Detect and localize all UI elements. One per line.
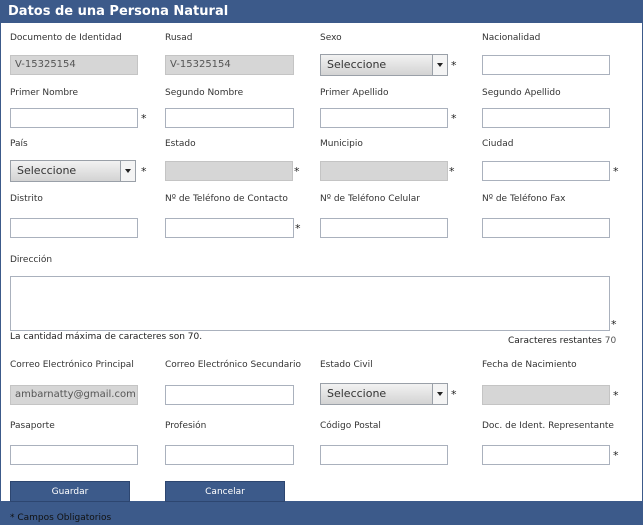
estado-label: Estado <box>165 139 196 149</box>
pasaporte-input[interactable] <box>10 445 138 465</box>
nacionalidad-label: Nacionalidad <box>482 33 541 43</box>
direccion-required-mark: * <box>611 318 617 331</box>
doc-representante-label: Doc. de Ident. Representante <box>482 421 614 431</box>
sexo-select[interactable]: Seleccione <box>320 54 448 76</box>
ciudad-input[interactable] <box>482 161 610 181</box>
pais-selected-value: Seleccione <box>17 164 77 177</box>
correo-principal-label: Correo Electrónico Principal <box>10 360 134 370</box>
profesion-label: Profesión <box>165 421 207 431</box>
form-title: Datos de una Persona Natural <box>0 0 643 23</box>
sexo-label: Sexo <box>320 33 342 43</box>
chevron-down-icon[interactable] <box>432 384 447 404</box>
correo-secundario-input[interactable] <box>165 385 294 405</box>
chevron-down-icon[interactable] <box>432 55 447 75</box>
sexo-required-mark: * <box>451 59 457 72</box>
doc-representante-input[interactable] <box>482 445 610 465</box>
tel-celular-label: Nº de Teléfono Celular <box>320 194 420 204</box>
ciudad-label: Ciudad <box>482 139 514 149</box>
chevron-down-icon[interactable] <box>120 161 135 181</box>
estado-required-mark: * <box>294 165 300 178</box>
primer-apellido-required-mark: * <box>451 112 457 125</box>
fecha-nacimiento-label: Fecha de Nacimiento <box>482 360 577 370</box>
nacionalidad-input[interactable] <box>482 55 610 75</box>
primer-apellido-input[interactable] <box>320 108 448 128</box>
campos-obligatorios-note: * Campos Obligatorios <box>10 513 112 523</box>
distrito-input[interactable] <box>10 218 138 238</box>
fecha-nacimiento-input[interactable] <box>482 385 610 405</box>
primer-apellido-label: Primer Apellido <box>320 88 389 98</box>
tel-contacto-required-mark: * <box>295 222 301 235</box>
pasaporte-label: Pasaporte <box>10 421 55 431</box>
documento-input[interactable]: V-15325154 <box>10 55 138 75</box>
tel-contacto-input[interactable] <box>165 218 294 238</box>
municipio-required-mark: * <box>449 165 455 178</box>
primer-nombre-label: Primer Nombre <box>10 88 79 98</box>
primer-nombre-required-mark: * <box>141 112 147 125</box>
estado-civil-selected-value: Seleccione <box>327 387 387 400</box>
segundo-nombre-input[interactable] <box>165 108 294 128</box>
rusad-input[interactable]: V-15325154 <box>165 55 294 75</box>
estado-civil-select[interactable]: Seleccione <box>320 383 448 405</box>
doc-representante-required-mark: * <box>613 449 619 462</box>
pais-label: País <box>10 139 28 149</box>
documento-label: Documento de Identidad <box>10 33 122 43</box>
segundo-apellido-input[interactable] <box>482 108 610 128</box>
rusad-label: Rusad <box>165 33 193 43</box>
estado-input[interactable] <box>165 161 293 181</box>
tel-fax-label: Nº de Teléfono Fax <box>482 194 566 204</box>
codigo-postal-label: Código Postal <box>320 421 381 431</box>
pais-select[interactable]: Seleccione <box>10 160 136 182</box>
cancelar-button[interactable]: Cancelar <box>165 481 285 502</box>
ciudad-required-mark: * <box>613 165 619 178</box>
tel-celular-input[interactable] <box>320 218 448 238</box>
profesion-input[interactable] <box>165 445 294 465</box>
tel-fax-input[interactable] <box>482 218 610 238</box>
sexo-selected-value: Seleccione <box>327 58 387 71</box>
pais-required-mark: * <box>141 165 147 178</box>
caracteres-restantes-label: Caracteres restantes <box>508 336 602 346</box>
segundo-apellido-label: Segundo Apellido <box>482 88 561 98</box>
estado-civil-label: Estado Civil <box>320 360 373 370</box>
segundo-nombre-label: Segundo Nombre <box>165 88 244 98</box>
municipio-input[interactable] <box>320 161 448 181</box>
tel-contacto-label: Nº de Teléfono de Contacto <box>165 194 288 204</box>
municipio-label: Municipio <box>320 139 363 149</box>
guardar-button[interactable]: Guardar <box>10 481 130 502</box>
primer-nombre-input[interactable] <box>10 108 138 128</box>
correo-principal-input[interactable]: ambarnatty@gmail.com <box>10 385 138 405</box>
direccion-max-note: La cantidad máxima de caracteres son 70. <box>10 332 203 342</box>
codigo-postal-input[interactable] <box>320 445 448 465</box>
caracteres-restantes: Caracteres restantes 70 <box>508 336 616 346</box>
direccion-textarea[interactable] <box>10 276 610 331</box>
distrito-label: Distrito <box>10 194 43 204</box>
direccion-label: Dirección <box>10 255 53 265</box>
caracteres-restantes-value: 70 <box>604 336 617 346</box>
fecha-nacimiento-required-mark: * <box>613 389 619 402</box>
correo-secundario-label: Correo Electrónico Secundario <box>165 360 302 370</box>
estado-civil-required-mark: * <box>451 388 457 401</box>
